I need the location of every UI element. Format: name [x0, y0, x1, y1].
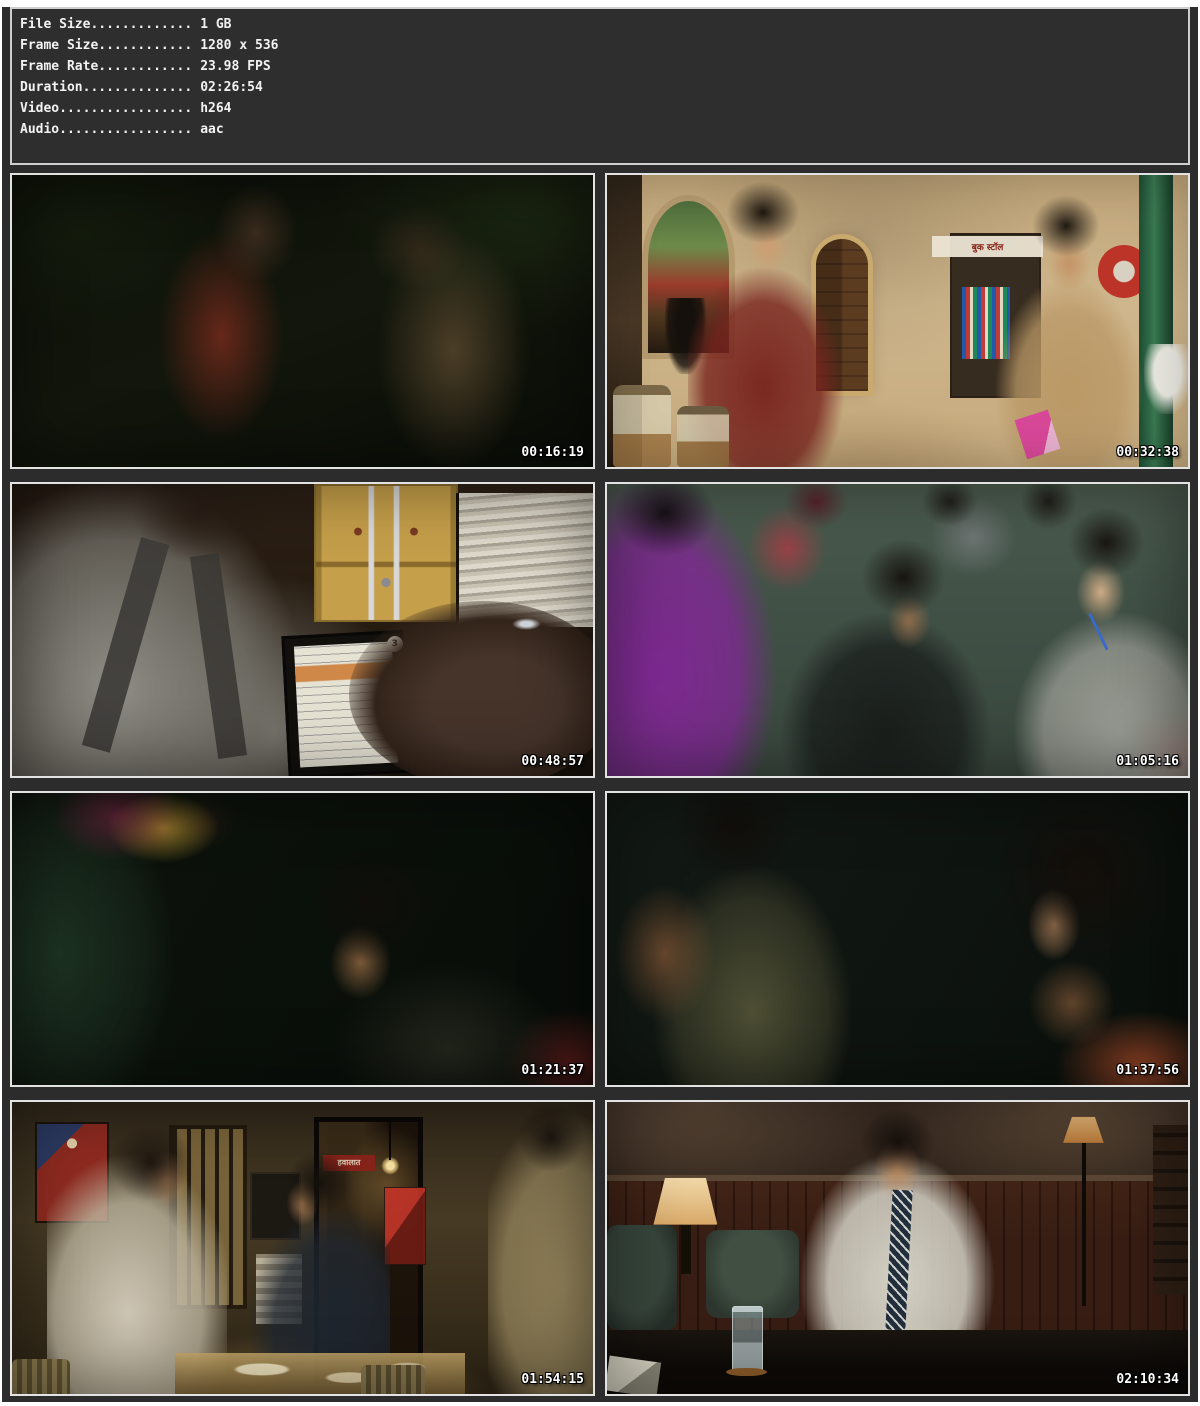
- timestamp-badge: 00:48:57: [521, 754, 584, 769]
- screenshot-grid: 00:16:19 बुक स्टॉल 00:32:38: [2, 173, 1198, 1396]
- water-glass: [732, 1306, 763, 1372]
- table-lamp-stem: [681, 1225, 690, 1275]
- timestamp-badge: 00:16:19: [521, 445, 584, 460]
- screenshot-thumb-5: 01:21:37: [10, 791, 595, 1087]
- info-value: 1280 x 536: [192, 38, 278, 53]
- info-line-frame-size: Frame Size............1280 x 536: [20, 35, 1180, 56]
- timestamp-badge: 00:32:38: [1116, 445, 1179, 460]
- red-poster: [384, 1187, 427, 1265]
- timestamp-badge: 01:21:37: [521, 1063, 584, 1078]
- info-label: Frame Size: [20, 38, 98, 53]
- timestamp-badge: 01:54:15: [521, 1372, 584, 1387]
- info-line-frame-rate: Frame Rate............23.98 FPS: [20, 56, 1180, 77]
- media-info-box: File Size.............1 GB Frame Size...…: [10, 7, 1190, 165]
- armchair: [607, 1225, 677, 1330]
- movie-still: [12, 793, 593, 1085]
- dark-table: [607, 1330, 1188, 1394]
- info-label: Duration: [20, 80, 83, 95]
- screenshot-thumb-4: 01:05:16: [605, 482, 1190, 778]
- dot-leader: ............: [98, 59, 192, 74]
- dot-leader: .................: [59, 122, 192, 137]
- movie-still: [12, 175, 593, 467]
- info-label: Audio: [20, 122, 59, 137]
- wicker-chair: [361, 1365, 425, 1394]
- floor-lamp-pole: [1082, 1143, 1085, 1307]
- glass-jar: [677, 406, 729, 467]
- info-value: 1 GB: [192, 17, 231, 32]
- info-label: Frame Rate: [20, 59, 98, 74]
- wicker-chair: [12, 1359, 70, 1394]
- dot-leader: .............: [90, 17, 192, 32]
- green-iron-pillar: [1139, 175, 1174, 467]
- info-line-duration: Duration..............02:26:54: [20, 77, 1180, 98]
- timestamp-badge: 02:10:34: [1116, 1372, 1179, 1387]
- info-line-audio: Audio.................aac: [20, 119, 1180, 140]
- screenshot-thumb-3: 3 00:48:57: [10, 482, 595, 778]
- movie-still: [607, 484, 1188, 776]
- info-value: 23.98 FPS: [192, 59, 270, 74]
- policeman-right: [488, 1102, 593, 1394]
- dot-leader: ..............: [83, 80, 193, 95]
- info-label: Video: [20, 101, 59, 116]
- dot-leader: ............: [98, 38, 192, 53]
- info-line-video: Video.................h264: [20, 98, 1180, 119]
- timestamp-badge: 01:37:56: [1116, 1063, 1179, 1078]
- screenshot-thumb-8: 02:10:34: [605, 1100, 1190, 1396]
- screenshot-sheet: File Size.............1 GB Frame Size...…: [2, 7, 1198, 1402]
- info-value: h264: [192, 101, 231, 116]
- movie-still: [607, 793, 1188, 1085]
- man-in-tan-shirt: [990, 193, 1141, 467]
- timestamp-badge: 01:05:16: [1116, 754, 1179, 769]
- screenshot-thumb-7: हवालात 01:54:15: [10, 1100, 595, 1396]
- info-label: File Size: [20, 17, 90, 32]
- info-value: aac: [192, 122, 223, 137]
- yellow-key-cabinet: [314, 484, 457, 622]
- person-silhouette: [1144, 344, 1190, 414]
- info-value: 02:26:54: [192, 80, 263, 95]
- screenshot-thumb-6: 01:37:56: [605, 791, 1190, 1087]
- screenshot-thumb-1: 00:16:19: [10, 173, 595, 469]
- papers-on-table: [605, 1355, 661, 1396]
- glass-jar: [613, 385, 671, 467]
- bookshelf: [1153, 1125, 1188, 1294]
- info-line-file-size: File Size.............1 GB: [20, 14, 1180, 35]
- dot-leader: .................: [59, 101, 192, 116]
- screenshot-thumb-2: बुक स्टॉल 00:32:38: [605, 173, 1190, 469]
- glasses-glint: [512, 618, 541, 630]
